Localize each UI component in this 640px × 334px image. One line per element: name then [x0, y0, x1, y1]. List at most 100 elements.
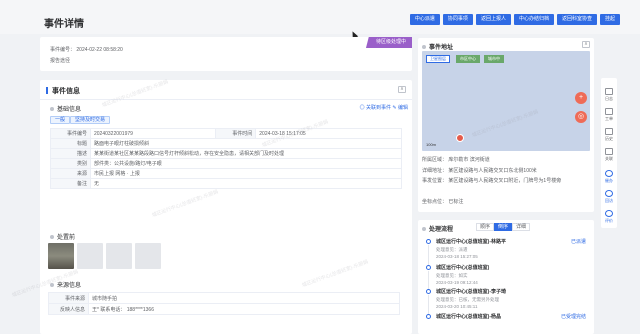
area-info: 所属区域： 库尔勒市 滨河街道: [422, 157, 490, 163]
tag-chip: 坚持及时交易: [70, 116, 111, 124]
sidebar-item-workorder[interactable]: 工单: [601, 108, 617, 122]
locate-icon[interactable]: ◎: [575, 111, 587, 123]
timeline-item: 城区运行中心(总值班室)-杨晶 已受理完结: [426, 313, 590, 327]
location-info: 事发位置： 某区建设路与人民路交叉口附近，门牌号为1号楼旁: [422, 178, 562, 184]
meta-line-1: 事件编号： 2024-02-22 08:58:20: [50, 46, 123, 53]
source-info-table: 事件来源 城市随手拍 反映人信息 王* 联系电话： 188****1366: [48, 292, 400, 315]
header-actions: 中心派遣 协同事项 返回上报人 中心办结归档 返回科室协查 挂起: [409, 14, 620, 25]
reporter-info-value: 王* 联系电话： 188****1366: [88, 303, 400, 315]
coords-info: 坐标点位： 已标注: [422, 199, 464, 205]
step-time: 2024-03-19 09:12:44: [436, 280, 478, 285]
timeline-dot-icon: [426, 314, 431, 319]
sidebar-item-revisit[interactable]: 回访: [601, 190, 617, 204]
table-row: 类别 部件类：公共设施/路灯/电子眼: [50, 158, 402, 169]
dot-icon: [50, 283, 54, 287]
map-layer-city[interactable]: 城市中: [484, 55, 504, 63]
history-icon: [605, 128, 613, 135]
source-type-value: 城市随手拍: [88, 292, 400, 304]
timeline-dot-icon: [426, 239, 431, 244]
table-row: 反映人信息 王* 联系电话： 188****1366: [48, 303, 400, 315]
event-photo[interactable]: [48, 243, 74, 269]
description-label: 描述: [50, 148, 91, 159]
sidebar-item-rating[interactable]: 评价: [601, 210, 617, 224]
remark-label: 备注: [50, 178, 91, 189]
title-label: 标题: [50, 138, 91, 149]
reporter-info-label: 反映人信息: [48, 303, 89, 315]
sidebar-item-log[interactable]: 日志: [601, 88, 617, 102]
source-value: 市民上报 网格 · 上报: [90, 168, 402, 179]
level-chip: 一般: [50, 116, 71, 124]
reporter-label: 报告途径: [50, 58, 71, 64]
basic-info-heading: 基础信息: [50, 104, 81, 113]
return-reporter-button[interactable]: 返回上报人: [475, 14, 511, 25]
workorder-icon: [605, 108, 613, 115]
timeline-dot-icon: [426, 289, 431, 294]
divider: [40, 99, 412, 100]
event-meta-card: 事件编号： 2024-02-22 08:58:20 报告途径 待区级处理中: [40, 37, 412, 71]
related-icon: [605, 148, 613, 155]
table-row: 备注 无: [50, 178, 402, 189]
source-label: 来源: [50, 168, 91, 179]
timeline-dot-icon: [426, 265, 431, 270]
dispatch-button[interactable]: 中心派遣: [409, 14, 440, 25]
zoom-in-icon[interactable]: +: [575, 92, 587, 104]
map-view[interactable]: 卫星图层 市区中心 城市中 + ◎ 100m: [422, 51, 590, 151]
dot-icon: [422, 45, 426, 49]
right-toolbar: 日志 工单 历史 关联 催办 回访 评价: [601, 78, 617, 228]
step-time: 2024-03-20 10:45:11: [436, 304, 478, 309]
urge-icon: [605, 170, 613, 177]
step-title: 城区运行中心(总值班室): [436, 265, 490, 271]
source-heading: 来源信息: [50, 280, 81, 289]
top-bar: 事件详情 中心派遣 协同事项 返回上报人 中心办结归档 返回科室协查 挂起: [0, 0, 640, 34]
tab-detail[interactable]: 详细: [512, 223, 531, 231]
sidebar-item-urge[interactable]: 催办: [601, 170, 617, 184]
step-opinion: 处理意见：如实: [436, 273, 468, 278]
photo-placeholder[interactable]: [77, 243, 103, 269]
tab-descending[interactable]: 倒序: [494, 223, 513, 231]
remark-value: 无: [90, 178, 402, 189]
photo-placeholder[interactable]: [135, 243, 161, 269]
map-layer-center[interactable]: 市区中心: [456, 55, 480, 63]
step-time: 2024-03-18 15:27:05: [436, 254, 478, 259]
step-title: 城区运行中心(总值班室)-李子琦: [436, 289, 506, 295]
timeline-item: 城区运行中心(总值班室) 处理意见：如实 2024-03-19 09:12:44: [426, 264, 590, 293]
collapse-button[interactable]: ∧: [398, 86, 406, 93]
close-archive-button[interactable]: 中心办结归档: [513, 14, 554, 25]
dot-icon: [422, 227, 426, 231]
suspend-button[interactable]: 挂起: [599, 14, 620, 25]
sidebar-item-related[interactable]: 关联: [601, 148, 617, 162]
step-opinion: 处理意见：已核，无需另外处理: [436, 297, 499, 302]
event-no-label: 事件编号: [50, 128, 91, 139]
tab-ascending[interactable]: 顺序: [476, 223, 495, 231]
collab-button[interactable]: 协同事项: [442, 14, 473, 25]
dot-icon: [50, 107, 54, 111]
collapse-button[interactable]: ∧: [582, 41, 590, 48]
title-value: 路面电子眼灯柱破损倾斜: [90, 138, 402, 149]
status-badge: 待区级处理中: [365, 37, 412, 48]
rating-icon: [605, 210, 613, 217]
return-dept-button[interactable]: 返回科室协查: [556, 14, 597, 25]
step-title: 城区运行中心(总值班室)-杨晶: [436, 314, 501, 320]
report-time: 2024-02-22 08:58:20: [76, 47, 123, 53]
table-row: 标题 路面电子眼灯柱破损倾斜: [50, 138, 402, 149]
sidebar-item-history[interactable]: 历史: [601, 128, 617, 142]
step-status: 已受理完结: [560, 314, 586, 320]
page-title: 事件详情: [44, 19, 84, 30]
revisit-icon: [605, 190, 613, 197]
event-time-value: 2024-03-18 15:17:05: [255, 128, 402, 139]
process-card: 处理流程 顺序 倒序 详细 城区运行中心(总值班室)-林路平 已派遣 处理意见：…: [418, 220, 594, 334]
table-row: 描述 某某街道某社区某某路段路口信号灯杆倾斜松动，存在安全隐患，请相关部门及时处…: [50, 148, 402, 159]
table-row: 事件来源 城市随手拍: [48, 292, 400, 304]
photo-placeholder[interactable]: [106, 243, 132, 269]
event-address-card: 事件地址 ∧ 卫星图层 市区中心 城市中 + ◎ 100m 所属区域： 库尔勒市…: [418, 38, 594, 212]
process-tabs: 顺序 倒序 详细: [476, 223, 531, 231]
category-value: 部件类：公共设施/路灯/电子眼: [90, 158, 402, 169]
event-time-label: 事件时间: [215, 128, 257, 139]
map-layer-satellite[interactable]: 卫星图层: [426, 55, 450, 63]
dot-icon: [50, 235, 54, 239]
map-scale: 100m: [426, 142, 437, 147]
event-info-heading: 事件信息: [46, 86, 80, 96]
detail-address-info: 详细地址： 某区建设路与人民路交叉口东北侧100米: [422, 168, 537, 174]
basic-info-actions[interactable]: ◎ 关联到事件 ✎ 编辑: [360, 104, 408, 111]
event-no-label: 事件编号：: [50, 47, 76, 53]
